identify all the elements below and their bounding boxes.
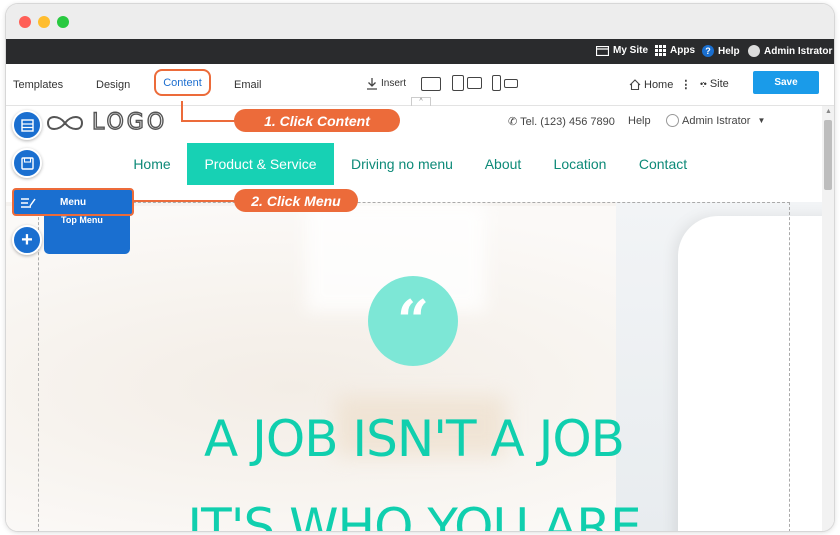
phone-icon: ✆ — [508, 116, 518, 128]
nav-contact[interactable]: Contact — [630, 143, 696, 185]
apps-label: Apps — [670, 45, 695, 56]
hero-headline-1: A JOB ISN'T A JOB — [204, 410, 625, 468]
site-tree-icon: •:• — [700, 79, 707, 89]
help-label: Help — [718, 45, 740, 57]
help-link[interactable]: ? Help — [702, 45, 740, 57]
collapse-toolbar-icon[interactable]: ^ — [411, 97, 431, 106]
nav-home[interactable]: Home — [124, 143, 180, 185]
browser-icon — [596, 45, 609, 56]
home-icon — [629, 79, 641, 90]
minimize-window-button[interactable] — [38, 16, 50, 28]
download-icon — [367, 78, 377, 90]
site-phone: ✆ Tel. (123) 456 7890 — [508, 115, 615, 128]
mobile-landscape-view-icon[interactable] — [504, 79, 518, 88]
site-label: Site — [709, 78, 729, 90]
apps-link[interactable]: Apps — [655, 45, 695, 56]
insert-label: Insert — [381, 78, 407, 89]
admin-bar: My Site Apps ? Help Admin Istrator — [6, 39, 834, 64]
site-logo[interactable]: LOGO — [44, 109, 168, 136]
tab-design[interactable]: Design — [96, 79, 130, 91]
callout-connector-1-horizontal — [181, 120, 236, 122]
quote-icon: “ — [368, 276, 458, 366]
window-titlebar — [6, 4, 834, 39]
apps-grid-icon — [655, 45, 666, 56]
help-icon: ? — [702, 45, 714, 57]
tab-templates[interactable]: Templates — [13, 79, 63, 91]
tab-email[interactable]: Email — [234, 79, 262, 91]
nav-location[interactable]: Location — [544, 143, 616, 185]
scroll-up-icon[interactable]: ▲ — [825, 108, 832, 115]
site-help-link[interactable]: Help — [628, 115, 651, 127]
page-scrollbar[interactable]: ▲ — [822, 106, 834, 531]
site-user-menu[interactable]: Admin Istrator ▼ — [666, 114, 765, 127]
site-user-label: Admin Istrator — [682, 114, 751, 127]
chevron-down-icon: ▼ — [757, 116, 766, 125]
section-outline — [38, 202, 790, 531]
callout-step-1-text: 1. Click Content — [264, 112, 370, 129]
callout-step-1: 1. Click Content — [234, 109, 400, 132]
user-avatar-icon — [748, 45, 760, 57]
add-element-button[interactable]: + — [12, 225, 42, 255]
nav-product-service[interactable]: Product & Service — [187, 143, 334, 185]
plus-icon: + — [21, 228, 33, 251]
callout-step-2: 2. Click Menu — [234, 189, 358, 212]
close-window-button[interactable] — [19, 16, 31, 28]
phone-text: Tel. (123) 456 7890 — [520, 116, 615, 128]
more-options-icon[interactable]: ⋮ — [680, 78, 691, 91]
menu-edit-icon — [21, 198, 36, 208]
insert-button[interactable]: Insert — [366, 77, 406, 90]
tab-content-label: Content — [163, 76, 202, 89]
layout-icon — [20, 118, 34, 132]
maximize-window-button[interactable] — [57, 16, 69, 28]
tablet-view-icon[interactable] — [452, 75, 464, 91]
editor-toolbar: Templates Design Content Email Insert ^ … — [6, 64, 834, 106]
desktop-view-icon[interactable] — [421, 77, 441, 91]
tablet-landscape-view-icon[interactable] — [467, 77, 482, 89]
save-button[interactable]: Save — [753, 71, 819, 94]
browser-window: My Site Apps ? Help Admin Istrator Templ… — [6, 4, 834, 531]
top-menu-item[interactable]: Top Menu — [61, 215, 103, 225]
menu-button[interactable]: Menu — [12, 188, 134, 216]
home-label: Home — [644, 78, 674, 91]
mobile-view-icon[interactable] — [492, 75, 501, 91]
admin-user-menu[interactable]: Admin Istrator — [748, 45, 832, 57]
home-page-selector[interactable]: Home ⋮ — [629, 78, 691, 91]
site-menu[interactable]: •:• Site — [700, 78, 729, 90]
infinity-logo-icon — [46, 115, 84, 130]
callout-connector-1-vertical — [181, 101, 183, 122]
callout-step-2-text: 2. Click Menu — [251, 192, 341, 209]
save-label: Save — [774, 77, 798, 88]
admin-user-label: Admin Istrator — [764, 45, 833, 57]
nav-driving-no-menu[interactable]: Driving no menu — [341, 143, 463, 185]
floppy-icon — [20, 156, 34, 170]
hero-headline-2: IT'S WHO YOU ARE — [187, 498, 641, 531]
callout-connector-2 — [134, 200, 236, 202]
site-user-avatar-icon — [666, 114, 679, 127]
scrollbar-thumb[interactable] — [824, 120, 832, 190]
my-site-link[interactable]: My Site — [596, 45, 648, 56]
quote-mark: “ — [396, 288, 430, 354]
my-site-label: My Site — [613, 45, 649, 56]
pages-button[interactable] — [12, 110, 42, 140]
menu-button-label: Menu — [60, 197, 87, 208]
tab-content[interactable]: Content — [154, 69, 211, 96]
logo-text: LOGO — [91, 109, 168, 135]
save-draft-button[interactable] — [12, 148, 42, 178]
site-preview-canvas: LOGO ✆ Tel. (123) 456 7890 Help Admin Is… — [6, 106, 822, 531]
nav-about[interactable]: About — [476, 143, 530, 185]
